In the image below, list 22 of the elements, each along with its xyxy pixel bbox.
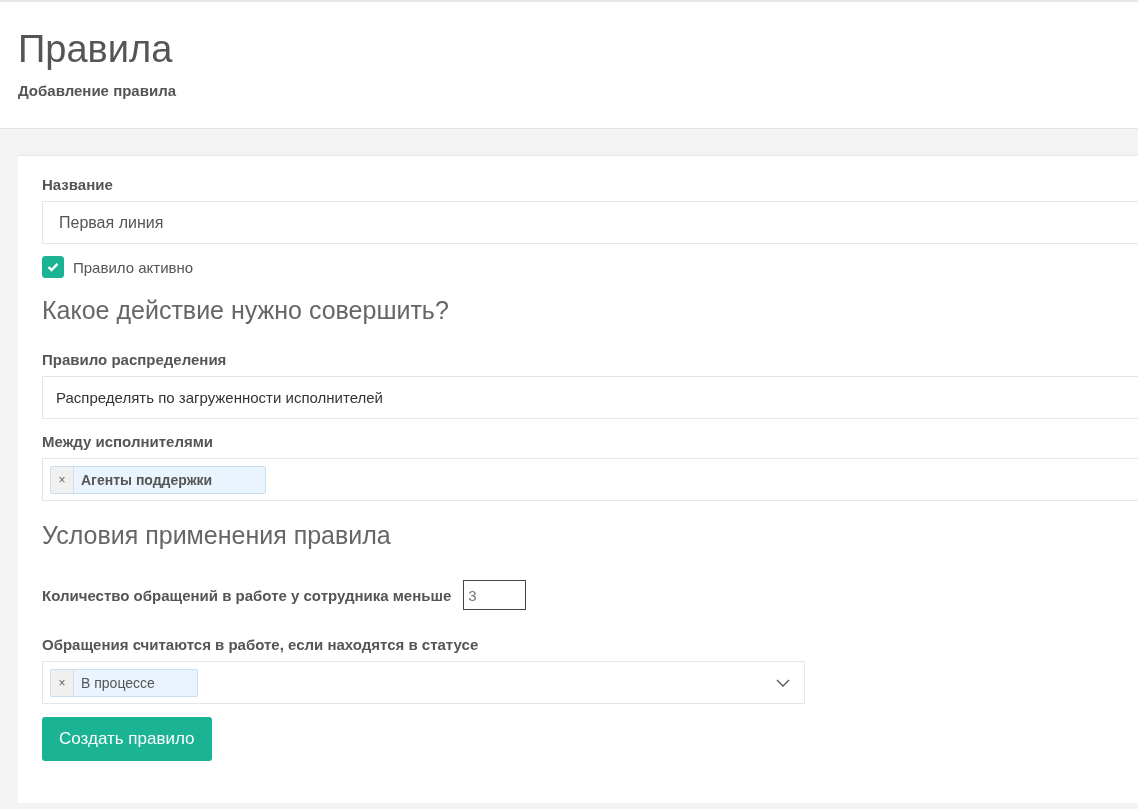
- field-label: Правило распределения: [42, 351, 228, 368]
- tag-remove-button[interactable]: ×: [51, 669, 74, 696]
- count-input-field[interactable]: 3: [463, 580, 527, 610]
- section-heading: Какое действие нужно совершить?: [42, 296, 450, 325]
- tag-label: В процессе: [80, 673, 155, 693]
- page-title: Правила: [18, 27, 174, 72]
- distribution-select[interactable]: Распределять по загруженности исполнителей: [42, 376, 1138, 419]
- tag-remove-button[interactable]: ×: [51, 466, 74, 493]
- section-heading: Условия применения правила: [42, 521, 392, 550]
- chevron-down-icon: [776, 679, 790, 687]
- name-input-field[interactable]: Первая линия: [42, 201, 1138, 244]
- page-subtitle: Добавление правила: [18, 82, 177, 99]
- checkbox[interactable]: [42, 256, 64, 278]
- tag-label: Агенты поддержки: [80, 470, 213, 490]
- check-icon: [47, 262, 59, 272]
- checkbox-label: Правило активно: [73, 258, 194, 276]
- field-label: Название: [42, 176, 114, 193]
- assignees-select[interactable]: × Агенты поддержки: [42, 458, 1138, 501]
- status-select[interactable]: × В процессе: [42, 661, 805, 704]
- field-label: Между исполнителями: [42, 433, 214, 450]
- field-label: Обращения считаются в работе, если находятся в статусе: [42, 636, 480, 653]
- field-label: Количество обращений в работе у сотрудника меньше: [42, 586, 452, 604]
